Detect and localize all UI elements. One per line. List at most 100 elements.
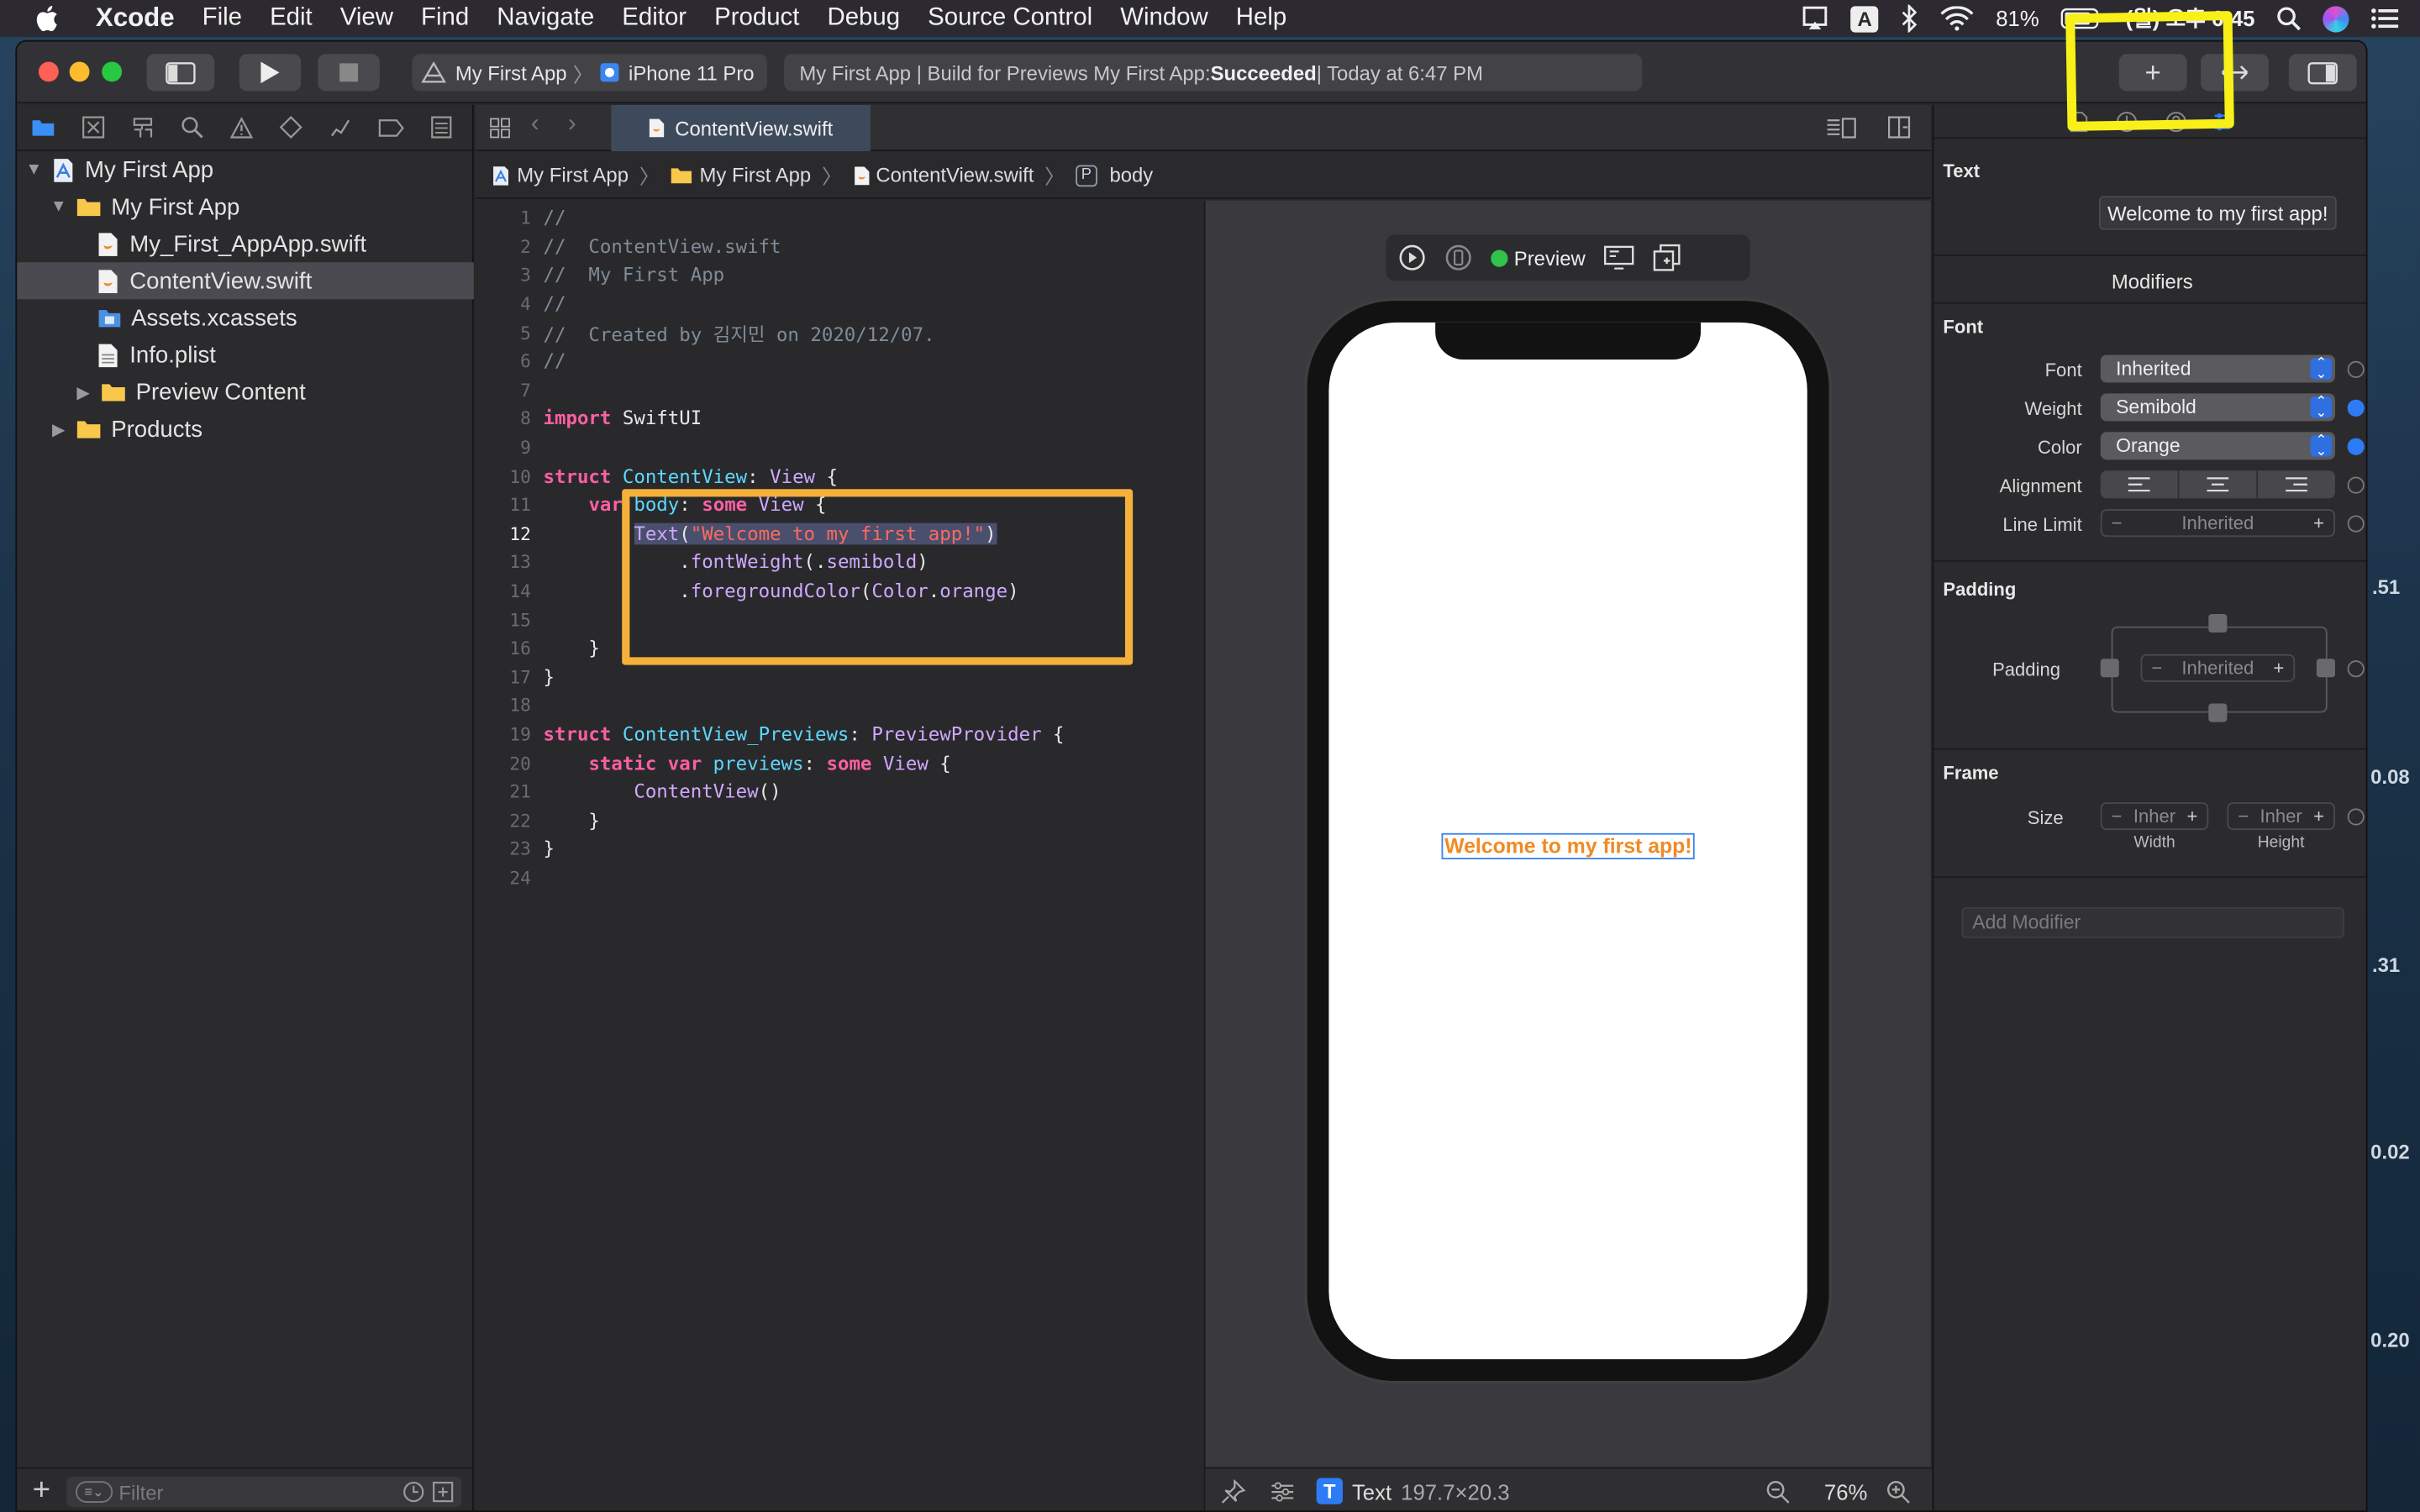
menu-file[interactable]: File — [188, 5, 255, 33]
toggle-inspector-button[interactable] — [2288, 54, 2357, 92]
menu-app-name[interactable]: Xcode — [82, 3, 188, 34]
source-control-filter-icon[interactable] — [432, 1481, 454, 1503]
menu-window[interactable]: Window — [1107, 5, 1223, 33]
text-content-field[interactable]: Welcome to my first app! — [2098, 196, 2337, 230]
issue-navigator-icon[interactable] — [229, 116, 254, 139]
report-navigator-icon[interactable] — [430, 116, 452, 139]
weight-modifier-toggle[interactable] — [2347, 399, 2365, 417]
scheme-selector[interactable]: My First App 〉 iPhone 11 Pro — [412, 54, 767, 92]
breakpoint-navigator-icon[interactable] — [378, 118, 404, 137]
apple-menu-icon[interactable] — [34, 5, 61, 33]
menu-debug[interactable]: Debug — [813, 5, 914, 33]
tree-item-info-plist[interactable]: Info.plist — [17, 336, 474, 373]
tree-item-preview-content[interactable]: ▶ Preview Content — [17, 373, 474, 410]
line-limit-stepper[interactable]: − Inherited + — [2100, 509, 2335, 538]
menu-help[interactable]: Help — [1222, 5, 1300, 33]
recent-files-icon[interactable] — [402, 1481, 424, 1503]
add-editor-split-icon[interactable] — [1887, 116, 1911, 139]
line-limit-modifier-toggle[interactable] — [2347, 515, 2365, 533]
color-popup[interactable]: Orange ⌃ ⌄ — [2100, 432, 2335, 460]
navigator-filter-field[interactable]: ≡⌄ Filter — [66, 1476, 462, 1508]
tree-item-assets[interactable]: Assets.xcassets — [17, 299, 474, 336]
tree-item-project[interactable]: ▼ My First App — [17, 151, 474, 188]
inspect-preview-icon[interactable] — [1604, 245, 1635, 270]
minus-icon[interactable]: − — [2112, 806, 2123, 827]
zoom-out-icon[interactable] — [1765, 1478, 1790, 1503]
menu-source-control[interactable]: Source Control — [914, 5, 1107, 33]
disclosure-collapsed-icon[interactable]: ▶ — [72, 382, 94, 402]
jump-bar-symbol[interactable]: body — [1109, 164, 1153, 187]
close-window-button[interactable] — [38, 61, 59, 82]
bluetooth-icon[interactable] — [1900, 4, 1918, 33]
plus-icon[interactable]: + — [2187, 806, 2198, 827]
disclosure-expanded-icon[interactable]: ▼ — [48, 197, 70, 216]
minus-icon[interactable]: − — [2151, 657, 2162, 679]
alignment-modifier-toggle[interactable] — [2347, 476, 2365, 494]
preview-text[interactable]: Welcome to my first app! — [1441, 832, 1696, 860]
zoom-level[interactable]: 76% — [1824, 1478, 1867, 1503]
stop-button[interactable] — [318, 54, 380, 92]
plus-icon[interactable]: + — [2313, 806, 2324, 827]
plus-icon[interactable]: + — [2313, 512, 2324, 534]
source-control-navigator-icon[interactable] — [82, 116, 105, 139]
test-navigator-icon[interactable] — [279, 116, 302, 139]
padding-bottom-checkbox[interactable] — [2208, 703, 2228, 722]
frame-width-stepper[interactable]: − Inher + — [2100, 802, 2209, 831]
frame-height-stepper[interactable]: − Inher + — [2227, 802, 2335, 831]
menu-editor[interactable]: Editor — [608, 5, 701, 33]
padding-stepper[interactable]: − Inherited + — [2140, 654, 2296, 682]
padding-trailing-checkbox[interactable] — [2316, 659, 2335, 678]
toggle-navigator-button[interactable] — [146, 54, 215, 92]
source-code-editor[interactable]: 1 // 2 // ContentView.swift 3 // My First A… — [475, 200, 1204, 1511]
frame-modifier-toggle[interactable] — [2347, 808, 2365, 826]
spotlight-search-icon[interactable] — [2276, 6, 2301, 31]
filter-options-icon[interactable]: ≡⌄ — [75, 1481, 113, 1503]
airplay-icon[interactable] — [1802, 6, 1829, 30]
related-items-grid-icon[interactable] — [489, 118, 511, 139]
folder-navigator-icon[interactable] — [31, 118, 55, 138]
disclosure-expanded-icon[interactable]: ▼ — [24, 160, 45, 179]
padding-modifier-toggle[interactable] — [2347, 660, 2365, 678]
padding-leading-checkbox[interactable] — [2100, 659, 2119, 678]
tree-item-app-swift[interactable]: My_First_AppApp.swift — [17, 225, 474, 262]
align-leading-button[interactable] — [2101, 470, 2180, 499]
battery-percent[interactable]: 81% — [1996, 6, 2039, 30]
duplicate-preview-icon[interactable] — [1654, 244, 1681, 271]
zoom-in-icon[interactable] — [1886, 1478, 1910, 1503]
run-button[interactable] — [239, 54, 302, 92]
plus-icon[interactable]: + — [2273, 657, 2284, 679]
jump-bar-group[interactable]: My First App — [700, 164, 812, 187]
input-source-indicator[interactable]: A — [1850, 5, 1879, 32]
pin-icon[interactable] — [1221, 1478, 1246, 1503]
zoom-window-button[interactable] — [102, 61, 123, 82]
back-arrow-icon[interactable]: ‹ — [531, 111, 539, 139]
jump-bar-project[interactable]: My First App — [517, 164, 629, 187]
preview-settings-sliders-icon[interactable] — [1270, 1478, 1295, 1503]
font-modifier-toggle[interactable] — [2347, 360, 2365, 378]
find-navigator-icon[interactable] — [181, 116, 204, 139]
minimize-window-button[interactable] — [69, 61, 90, 82]
preview-label[interactable]: Preview — [1514, 246, 1586, 270]
minus-icon[interactable]: − — [2238, 806, 2249, 827]
align-center-button[interactable] — [2179, 470, 2259, 499]
debug-navigator-icon[interactable] — [329, 116, 352, 139]
wifi-icon[interactable] — [1940, 6, 1974, 31]
live-preview-play-icon[interactable] — [1398, 244, 1426, 271]
menu-navigate[interactable]: Navigate — [483, 5, 608, 33]
preview-on-device-icon[interactable] — [1444, 244, 1472, 271]
forward-arrow-icon[interactable]: › — [568, 111, 576, 139]
padding-top-checkbox[interactable] — [2208, 614, 2228, 633]
tree-item-products[interactable]: ▶ Products — [17, 411, 474, 448]
menu-edit[interactable]: Edit — [256, 5, 327, 33]
weight-popup[interactable]: Semibold ⌃ ⌄ — [2100, 393, 2335, 422]
add-file-button[interactable]: + — [33, 1473, 50, 1509]
editor-options-icon[interactable] — [1826, 118, 1857, 139]
add-modifier-field[interactable]: Add Modifier — [1961, 906, 2344, 938]
menu-product[interactable]: Product — [701, 5, 813, 33]
tree-item-folder-my-first-app[interactable]: ▼ My First App — [17, 188, 474, 225]
jump-bar-file[interactable]: ContentView.swift — [876, 164, 1034, 187]
disclosure-collapsed-icon[interactable]: ▶ — [48, 419, 70, 439]
editor-tab-contentview[interactable]: ContentView.swift — [611, 104, 871, 151]
tree-item-contentview-swift[interactable]: ContentView.swift — [17, 262, 474, 300]
align-trailing-button[interactable] — [2258, 470, 2335, 498]
